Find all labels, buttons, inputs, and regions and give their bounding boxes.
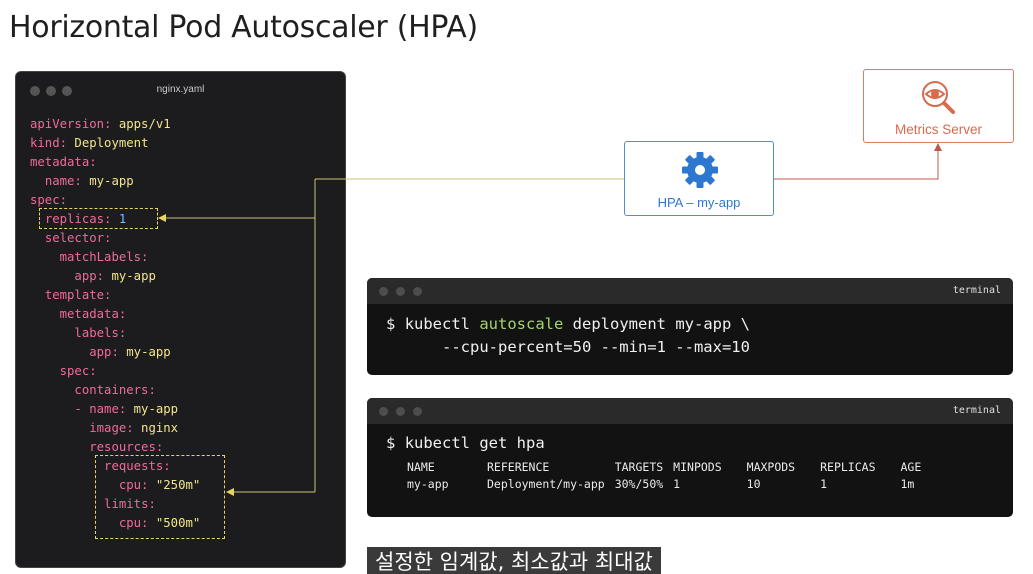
command-text: kubectl	[404, 315, 480, 333]
terminal-output: $ kubectl autoscale deployment my-app \ …	[386, 313, 750, 359]
yaml-key: kind:	[30, 136, 68, 150]
table-cell: 1m	[900, 476, 915, 491]
metrics-arrow-icon	[934, 143, 942, 151]
column-header: MAXPODS	[746, 459, 796, 474]
code-line: app: my-app	[30, 343, 200, 362]
magnifier-eye-icon	[922, 81, 955, 114]
table-cell: 1	[820, 476, 828, 491]
maximize-dot-icon[interactable]	[413, 287, 422, 296]
code-line: name: my-app	[30, 172, 200, 191]
metrics-server-node: Metrics Server	[863, 69, 1014, 143]
code-line: image: nginx	[30, 419, 200, 438]
window-controls	[379, 407, 422, 416]
code-line: - name: my-app	[30, 400, 200, 419]
prompt: $	[386, 315, 396, 333]
code-line: metadata:	[30, 153, 200, 172]
yaml-value: my-app	[126, 402, 179, 416]
command-text-end: deployment my-app \	[563, 315, 750, 333]
terminal-get-hpa: terminal $ kubectl get hpa NAME REFERENC…	[367, 398, 1013, 517]
yaml-key: metadata:	[30, 155, 97, 169]
terminal-titlebar: terminal	[367, 398, 1013, 424]
command-highlight: autoscale	[479, 315, 564, 333]
column-header: REFERENCE	[487, 459, 550, 474]
replicas-highlight	[39, 208, 158, 229]
yaml-key: resources:	[89, 440, 164, 454]
yaml-value: my-app	[118, 345, 171, 359]
terminal-title: terminal	[952, 405, 1001, 416]
yaml-key: apiVersion:	[30, 117, 112, 131]
command-line-2: --cpu-percent=50 --min=1 --max=10	[386, 338, 750, 356]
yaml-key: image:	[89, 421, 134, 435]
terminal-command: $ kubectl get hpa	[386, 432, 545, 455]
code-line: labels:	[30, 324, 200, 343]
code-line: spec:	[30, 362, 200, 381]
code-line: matchLabels:	[30, 248, 200, 267]
page-title: Horizontal Pod Autoscaler (HPA)	[9, 10, 478, 45]
minimize-dot-icon[interactable]	[396, 287, 405, 296]
yaml-key: template:	[44, 288, 112, 302]
code-line: metadata:	[30, 305, 200, 324]
yaml-key: containers:	[74, 383, 156, 397]
terminal-title: terminal	[952, 285, 1001, 296]
yaml-key: app:	[89, 345, 119, 359]
hpa-to-metrics-connector	[774, 148, 939, 180]
table-cell: Deployment/my-app	[487, 476, 605, 491]
column-header: NAME	[407, 459, 435, 474]
table-cell: my-app	[407, 476, 449, 491]
gear-icon	[682, 152, 718, 188]
code-line: apiVersion: apps/v1	[30, 115, 200, 134]
yaml-value: my-app	[104, 269, 156, 283]
terminal-autoscale: terminal $ kubectl autoscale deployment …	[367, 278, 1013, 375]
code-line: selector:	[30, 229, 200, 248]
hpa-status-table: NAME REFERENCE TARGETS MINPODS MAXPODS R…	[407, 458, 931, 492]
resources-highlight	[95, 455, 225, 539]
hpa-label: HPA – my-app	[657, 195, 741, 210]
yaml-key: selector:	[44, 231, 112, 245]
column-header: MINPODS	[673, 459, 722, 474]
window-controls	[379, 287, 422, 296]
code-line: template:	[30, 286, 200, 305]
command-text: kubectl get hpa	[404, 434, 545, 452]
editor-filename: nginx.yaml	[156, 84, 205, 95]
close-dot-icon[interactable]	[379, 287, 388, 296]
yaml-key: labels:	[74, 326, 127, 340]
yaml-key: metadata:	[59, 307, 127, 321]
yaml-value: apps/v1	[111, 117, 171, 131]
yaml-key: spec:	[30, 193, 68, 207]
column-header: TARGETS	[614, 459, 664, 474]
yaml-key: matchLabels:	[59, 250, 149, 264]
yaml-key: spec:	[59, 364, 97, 378]
minimize-dot-icon[interactable]	[396, 407, 405, 416]
column-header: REPLICAS	[820, 459, 876, 474]
table-cell: 30%/50%	[614, 476, 664, 491]
yaml-value: Deployment	[67, 136, 149, 150]
video-subtitle: 설정한 임계값, 최소값과 최대값	[367, 547, 661, 574]
yaml-key: name:	[44, 174, 82, 188]
close-dot-icon[interactable]	[379, 407, 388, 416]
yaml-key: - name:	[74, 402, 127, 416]
table-cell: 10	[746, 476, 761, 491]
yaml-value: nginx	[133, 421, 179, 435]
maximize-dot-icon[interactable]	[413, 407, 422, 416]
code-line: kind: Deployment	[30, 134, 200, 153]
table-cell: 1	[673, 476, 681, 491]
yaml-key: app:	[74, 269, 105, 283]
column-header: AGE	[900, 459, 922, 474]
table-header-row: NAME REFERENCE TARGETS MINPODS MAXPODS R…	[407, 458, 931, 475]
terminal-titlebar: terminal	[367, 278, 1013, 304]
code-line: containers:	[30, 381, 200, 400]
metrics-server-label: Metrics Server	[894, 122, 982, 137]
table-row: my-app Deployment/my-app 30%/50% 1 10 1 …	[407, 475, 931, 492]
yaml-value: my-app	[81, 174, 134, 188]
prompt: $	[386, 434, 396, 452]
hpa-node: HPA – my-app	[624, 141, 774, 216]
code-line: app: my-app	[30, 267, 200, 286]
